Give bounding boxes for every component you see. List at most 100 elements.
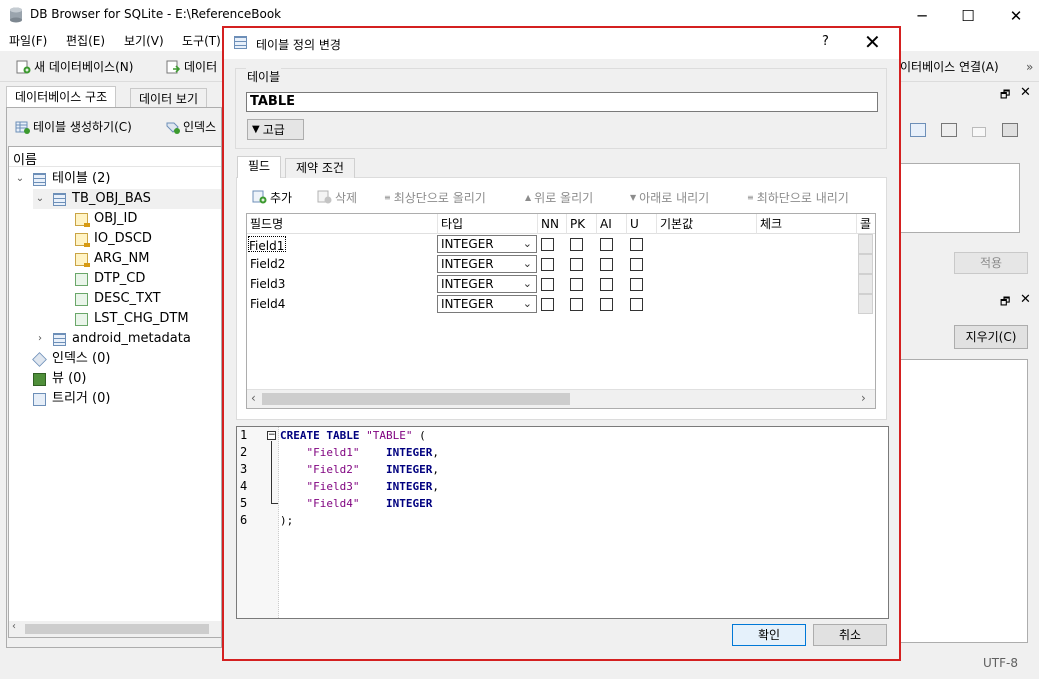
- menu-file[interactable]: 파일(F): [9, 31, 47, 51]
- col-header-u[interactable]: U: [627, 214, 657, 234]
- export-icon[interactable]: [910, 123, 926, 137]
- collation-cell[interactable]: [858, 274, 873, 294]
- ok-button[interactable]: 확인: [732, 624, 806, 646]
- collation-cell[interactable]: [858, 254, 873, 274]
- close-pane-icon[interactable]: ✕: [1020, 85, 1031, 100]
- close-window-button[interactable]: ✕: [993, 0, 1039, 31]
- nn-checkbox[interactable]: [541, 278, 554, 291]
- import-icon[interactable]: [941, 123, 957, 137]
- tab-browse-data[interactable]: 데이터 보기: [130, 88, 208, 108]
- table-row[interactable]: Field1 INTEGER ⌄: [247, 234, 875, 254]
- maximize-button[interactable]: ☐: [945, 0, 991, 31]
- col-header-name[interactable]: 필드명: [247, 214, 438, 234]
- field-name-cell[interactable]: Field3: [250, 274, 285, 294]
- type-select[interactable]: INTEGER ⌄: [437, 275, 537, 293]
- unique-checkbox[interactable]: [630, 258, 643, 271]
- unique-checkbox[interactable]: [630, 238, 643, 251]
- ai-checkbox[interactable]: [600, 298, 613, 311]
- nn-checkbox[interactable]: [541, 298, 554, 311]
- menu-view[interactable]: 보기(V): [124, 31, 164, 51]
- table-row[interactable]: Field2 INTEGER ⌄: [247, 254, 875, 274]
- move-up-button[interactable]: ▲ 위로 올리기: [525, 187, 593, 207]
- move-bottom-button[interactable]: ≡ 최하단으로 내리기: [747, 187, 849, 207]
- advanced-toggle-button[interactable]: ▼ 고급: [247, 119, 304, 140]
- tab-database-structure[interactable]: 데이터베이스 구조: [6, 86, 117, 108]
- nn-checkbox[interactable]: [541, 258, 554, 271]
- chevron-down-icon[interactable]: ⌄: [13, 169, 27, 189]
- apply-button[interactable]: 적용: [954, 252, 1028, 274]
- type-select[interactable]: INTEGER ⌄: [437, 235, 537, 253]
- remove-field-button[interactable]: 삭제: [317, 187, 357, 207]
- table-row[interactable]: Field4 INTEGER ⌄: [247, 294, 875, 314]
- toolbar-overflow-button[interactable]: »: [1026, 57, 1033, 77]
- unique-checkbox[interactable]: [630, 298, 643, 311]
- field-name-cell[interactable]: Field1: [248, 236, 286, 253]
- clear-button[interactable]: 지우기(C): [954, 325, 1028, 349]
- fields-grid[interactable]: 필드명 타입 NN PK AI U 기본값 체크 콜 Field1 INTEGE…: [246, 213, 876, 409]
- ai-checkbox[interactable]: [600, 238, 613, 251]
- grid-hscrollbar[interactable]: ‹ ›: [247, 389, 875, 408]
- tree-item-table-android-metadata[interactable]: › android_metadata: [33, 329, 191, 349]
- tree-item-views[interactable]: 뷰 (0): [33, 369, 87, 389]
- table-name-input[interactable]: TABLE: [246, 92, 878, 112]
- chevron-right-icon[interactable]: ›: [33, 329, 47, 349]
- print-icon[interactable]: [1002, 123, 1018, 137]
- grid-hscroll-thumb[interactable]: [262, 393, 570, 405]
- tree-hscroll-thumb[interactable]: [25, 624, 209, 634]
- restore-pane-icon[interactable]: 🗗: [1000, 86, 1010, 105]
- cancel-button[interactable]: 취소: [813, 624, 887, 646]
- tab-constraints[interactable]: 제약 조건: [285, 158, 355, 178]
- ai-checkbox[interactable]: [600, 278, 613, 291]
- scroll-left-icon[interactable]: ‹: [251, 391, 256, 405]
- new-database-button[interactable]: 새 데이터베이스(N): [16, 57, 133, 77]
- right-edit-area[interactable]: [900, 163, 1020, 233]
- nn-checkbox[interactable]: [541, 238, 554, 251]
- collation-cell[interactable]: [858, 234, 873, 254]
- pk-checkbox[interactable]: [570, 278, 583, 291]
- tree-item-triggers[interactable]: 트리거 (0): [33, 389, 110, 409]
- col-header-pk[interactable]: PK: [567, 214, 597, 234]
- schema-tree[interactable]: 이름 ⌄ 테이블 (2) ⌄ TB_OBJ_BAS OBJ_ID IO_DSCD…: [8, 146, 222, 638]
- tree-field-lst-chg-dtm[interactable]: LST_CHG_DTM: [75, 309, 189, 329]
- dialog-close-button[interactable]: ✕: [864, 30, 881, 54]
- tree-field-io-dscd[interactable]: IO_DSCD: [75, 229, 152, 249]
- col-header-type[interactable]: 타입: [438, 214, 538, 234]
- move-down-button[interactable]: ▼ 아래로 내리기: [630, 187, 709, 207]
- menu-tools[interactable]: 도구(T): [182, 31, 222, 51]
- col-header-collation[interactable]: 콜: [857, 214, 875, 234]
- clear-icon[interactable]: [972, 127, 986, 137]
- restore-pane-icon[interactable]: 🗗: [1000, 293, 1010, 312]
- tree-field-obj-id[interactable]: OBJ_ID: [75, 209, 137, 229]
- unique-checkbox[interactable]: [630, 278, 643, 291]
- tree-field-dtp-cd[interactable]: DTP_CD: [75, 269, 145, 289]
- chevron-down-icon[interactable]: ⌄: [33, 189, 47, 209]
- pk-checkbox[interactable]: [570, 298, 583, 311]
- tab-fields[interactable]: 필드: [237, 156, 282, 178]
- field-name-cell[interactable]: Field4: [250, 294, 285, 314]
- add-field-button[interactable]: 추가: [252, 187, 292, 207]
- table-row[interactable]: Field3 INTEGER ⌄: [247, 274, 875, 294]
- tree-hscrollbar[interactable]: ‹: [9, 621, 221, 637]
- tree-field-arg-nm[interactable]: ARG_NM: [75, 249, 149, 269]
- help-button[interactable]: ?: [822, 34, 829, 49]
- tree-item-tables[interactable]: ⌄ 테이블 (2): [13, 169, 111, 189]
- move-top-button[interactable]: ≡ 최상단으로 올리기: [384, 187, 486, 207]
- attach-database-button[interactable]: 이터베이스 연결(A): [900, 57, 999, 77]
- col-header-check[interactable]: 체크: [757, 214, 857, 234]
- col-header-nn[interactable]: NN: [538, 214, 567, 234]
- scroll-left-icon[interactable]: ‹: [12, 621, 16, 632]
- type-select[interactable]: INTEGER ⌄: [437, 295, 537, 313]
- type-select[interactable]: INTEGER ⌄: [437, 255, 537, 273]
- tree-item-table-tb-obj-bas[interactable]: ⌄ TB_OBJ_BAS: [33, 189, 221, 209]
- fold-collapse-icon[interactable]: −: [267, 431, 276, 440]
- open-database-button[interactable]: 데이터: [166, 57, 222, 77]
- tree-field-desc-txt[interactable]: DESC_TXT: [75, 289, 161, 309]
- ai-checkbox[interactable]: [600, 258, 613, 271]
- pk-checkbox[interactable]: [570, 258, 583, 271]
- sql-log-area[interactable]: [900, 359, 1028, 643]
- create-table-button[interactable]: 테이블 생성하기(C): [15, 117, 132, 137]
- minimize-button[interactable]: ─: [899, 0, 945, 31]
- collation-cell[interactable]: [858, 294, 873, 314]
- menu-edit[interactable]: 편집(E): [66, 31, 105, 51]
- field-name-cell[interactable]: Field2: [250, 254, 285, 274]
